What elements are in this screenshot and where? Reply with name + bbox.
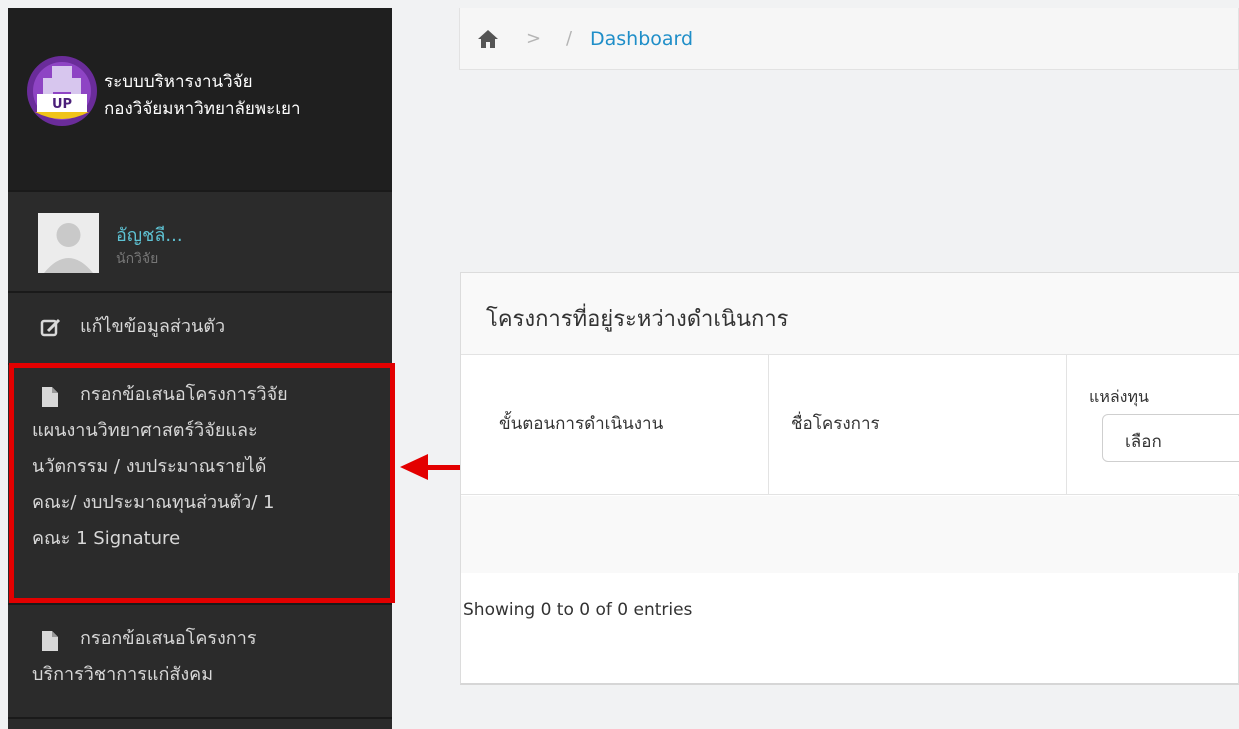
brand-line-1: ระบบบริหารงานวิจัย (104, 72, 253, 92)
annotation-highlight-box (9, 363, 395, 603)
funding-source-select-value: เลือก (1125, 432, 1162, 452)
breadcrumb: > / Dashboard (459, 8, 1239, 70)
projects-in-progress-panel: โครงการที่อยู่ระหว่างดำเนินการ ขั้นตอนกา… (460, 272, 1239, 685)
column-divider (1066, 355, 1067, 495)
user-name[interactable]: อัญชลี... (116, 220, 183, 249)
column-divider (768, 355, 769, 495)
menu-line: กรอกข้อเสนอโครงการ (80, 628, 257, 649)
university-logo: UP (27, 56, 97, 126)
menu-line: บริการวิชาการแก่สังคม (32, 664, 214, 685)
user-role: นักวิจัย (116, 251, 159, 267)
funding-source-select[interactable]: เลือก (1102, 414, 1239, 462)
user-placeholder-icon (38, 213, 99, 273)
home-icon[interactable] (477, 29, 499, 49)
edit-icon (40, 318, 61, 337)
panel-title: โครงการที่อยู่ระหว่างดำเนินการ (486, 307, 789, 332)
breadcrumb-dashboard-link[interactable]: Dashboard (590, 28, 693, 50)
brand-title: ระบบบริหารงานวิจัย กองวิจัยมหาวิทยาลัยพะ… (104, 69, 301, 123)
brand-header[interactable]: UP ระบบบริหารงานวิจัย กองวิจัยมหาวิทยาลั… (8, 8, 392, 190)
menu-item-academic-service[interactable]: กรอกข้อเสนอโครงการ บริการวิชาการแก่สังคม (8, 605, 392, 717)
divider (8, 717, 392, 719)
menu-label-edit-profile: แก้ไขข้อมูลส่วนตัว (80, 316, 226, 337)
brand-line-2: กองวิจัยมหาวิทยาลัยพะเยา (104, 99, 301, 119)
column-header-project-name[interactable]: ชื่อโครงการ (791, 410, 880, 437)
divider (8, 190, 392, 192)
avatar (38, 213, 99, 273)
menu-item-edit-profile[interactable]: แก้ไขข้อมูลส่วนตัว (8, 293, 392, 363)
menu-label-academic-service: กรอกข้อเสนอโครงการ บริการวิชาการแก่สังคม (32, 621, 256, 693)
column-header-status[interactable]: ขั้นตอนการดำเนินงาน (499, 410, 663, 437)
table-info: Showing 0 to 0 of 0 entries (463, 600, 693, 620)
table-header: ขั้นตอนการดำเนินงาน ชื่อโครงการ แหล่งทุน… (461, 355, 1239, 495)
svg-text:UP: UP (52, 97, 72, 112)
breadcrumb-separator: > (526, 28, 542, 49)
panel-header: โครงการที่อยู่ระหว่างดำเนินการ (461, 273, 1239, 355)
annotation-arrow-head (400, 454, 428, 480)
breadcrumb-separator: / (566, 28, 573, 49)
table-body (461, 496, 1239, 573)
column-header-funding-source[interactable]: แหล่งทุน (1089, 385, 1149, 410)
user-profile[interactable]: อัญชลี... นักวิจัย (8, 193, 392, 291)
